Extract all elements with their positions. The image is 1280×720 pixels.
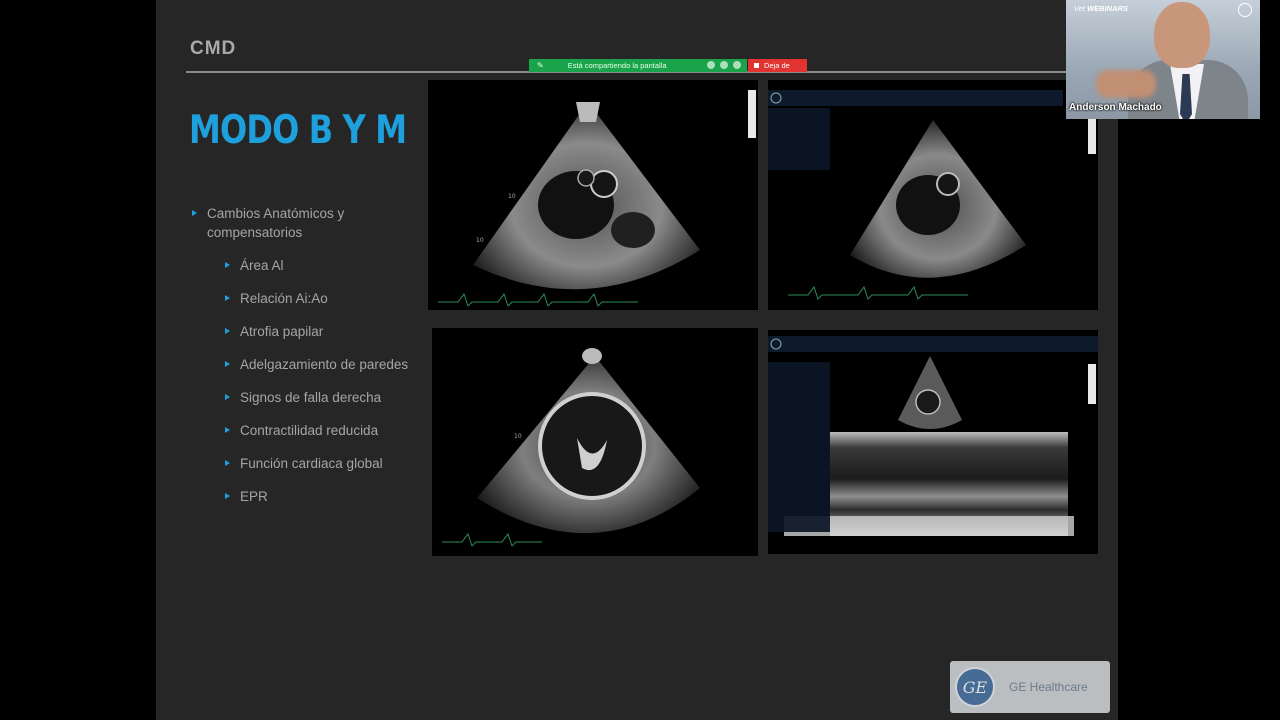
slide-title: MODO B Y M (189, 108, 407, 153)
depth-scale-bar (1088, 364, 1096, 404)
screen-share-status-bar: ✎ Está compartiendo la pantalla (529, 59, 747, 72)
stop-sharing-button[interactable]: Deja de (748, 59, 807, 72)
ultrasound-mmode-bottom-right (768, 330, 1098, 554)
presenter-head (1154, 2, 1210, 68)
audio-icon[interactable] (707, 61, 715, 69)
bullet-arrow-icon (225, 427, 230, 433)
sub-bullet: Signos de falla derecha (190, 388, 410, 407)
sub-bullet-text: Atrofia papilar (240, 324, 324, 339)
sub-bullet: Atrofia papilar (190, 322, 410, 341)
cloud-icon[interactable] (720, 61, 728, 69)
depth-scale-bar (748, 90, 756, 138)
measurement-panel (768, 108, 830, 170)
share-status-text: Está compartiendo la pantalla (567, 61, 667, 70)
sub-bullet-text: Relación Ai:Ao (240, 291, 328, 306)
webinar-brand: Vet WEBINARS (1074, 4, 1128, 13)
stop-icon (754, 63, 759, 68)
ge-logo-icon (1238, 3, 1252, 17)
bullet-arrow-icon (225, 262, 230, 268)
ultrasound-sector-image: 10 10 (438, 102, 700, 307)
sub-bullet-text: EPR (240, 489, 268, 504)
ge-healthcare-badge: GE GE Healthcare (950, 661, 1110, 713)
bullet-list: Cambios Anatómicos y compensatorios Área… (190, 204, 410, 520)
bullet-arrow-icon (225, 460, 230, 466)
bullet-arrow-icon (225, 295, 230, 301)
bullet-arrow-icon (225, 394, 230, 400)
sub-bullet-text: Función cardiaca global (240, 456, 383, 471)
company-name: GE Healthcare (1009, 680, 1088, 694)
ultrasound-image-bottom-left: 10 (432, 328, 758, 556)
presenter-webcam: Vet WEBINARS Anderson Machado (1066, 0, 1260, 119)
bullet-arrow-icon (225, 361, 230, 367)
bullet-arrow-icon (225, 328, 230, 334)
ultrasound-sector-image: 10 (442, 348, 700, 547)
sub-bullet: Función cardiaca global (190, 454, 410, 473)
sub-bullet-text: Signos de falla derecha (240, 390, 382, 405)
share-screen-icon: ✎ (537, 61, 544, 70)
presenter-name: Anderson Machado (1069, 102, 1162, 113)
slide-header: CMD (190, 38, 237, 59)
stop-sharing-label: Deja de (764, 61, 790, 70)
ultrasound-image-top-right (768, 80, 1098, 310)
svg-text:10: 10 (508, 193, 516, 200)
ultrasound-image-top-left: 10 10 (428, 80, 758, 310)
measurement-panel (768, 362, 830, 532)
svg-text:10: 10 (476, 237, 484, 244)
svg-text:10: 10 (514, 433, 522, 440)
ge-logo-icon: GE (955, 667, 995, 707)
settings-icon[interactable] (733, 61, 741, 69)
sub-bullet-text: Área Al (240, 258, 284, 273)
bullet-text: Cambios Anatómicos y compensatorios (207, 206, 345, 240)
bullet-arrow-icon (225, 493, 230, 499)
bullet-main: Cambios Anatómicos y compensatorios (190, 204, 410, 242)
sub-bullet: EPR (190, 487, 410, 506)
sub-bullet-text: Adelgazamiento de paredes (240, 357, 409, 372)
bullet-arrow-icon (192, 210, 197, 216)
sub-bullet-text: Contractilidad reducida (240, 423, 379, 438)
sub-bullet: Relación Ai:Ao (190, 289, 410, 308)
sub-bullet: Área Al (190, 256, 410, 275)
sub-bullet: Adelgazamiento de paredes (190, 355, 410, 374)
sub-bullet: Contractilidad reducida (190, 421, 410, 440)
depth-scale-bar (1088, 118, 1096, 154)
